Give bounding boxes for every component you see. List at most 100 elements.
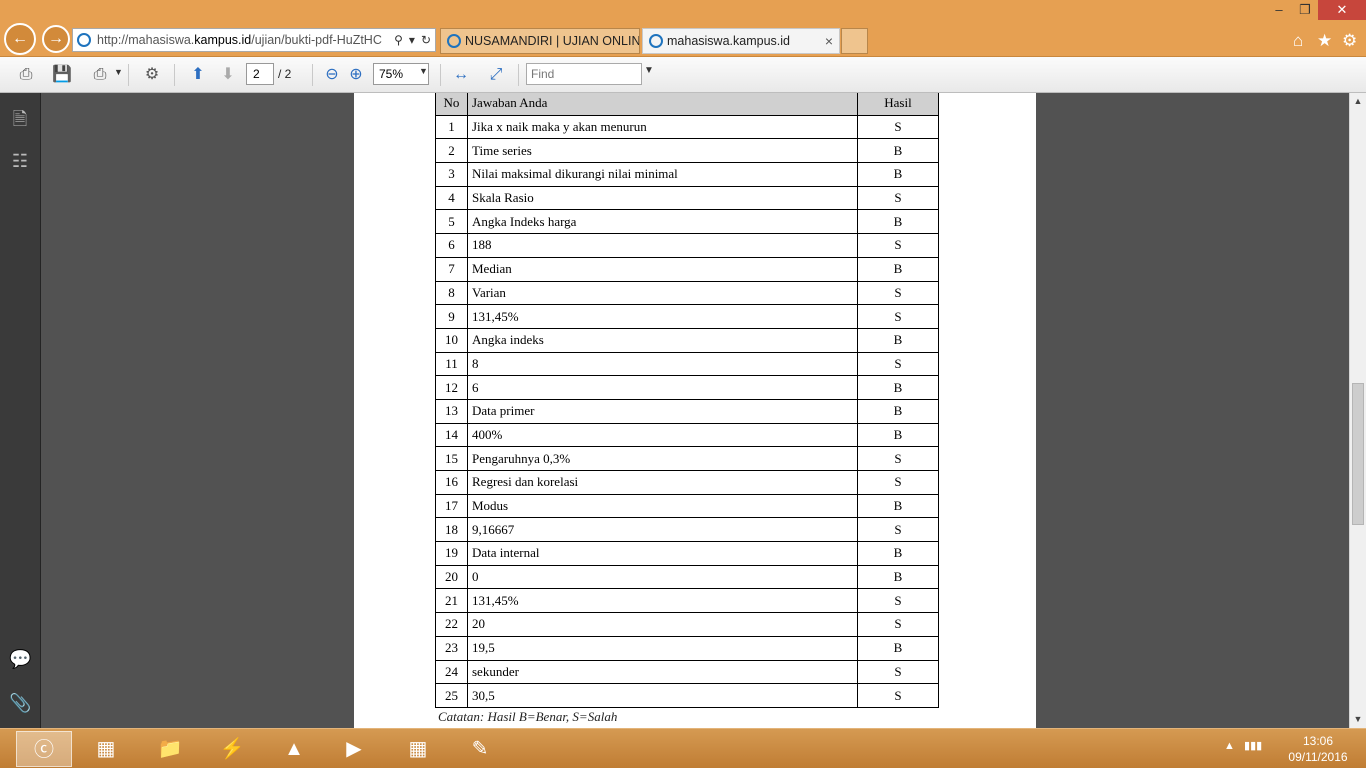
toolbar-divider — [440, 64, 441, 86]
ie-page-icon — [649, 34, 663, 48]
table-row: 22 20 S — [435, 612, 939, 637]
fit-page-icon[interactable]: ⤢ — [484, 63, 508, 87]
tab-label: NUSAMANDIRI | UJIAN ONLINE — [465, 34, 640, 48]
restore-button[interactable]: ❐ — [1294, 0, 1316, 20]
winamp-icon[interactable]: ⚡ — [204, 731, 260, 767]
notepad-icon[interactable]: ✎ — [452, 731, 508, 767]
row-number: 11 — [435, 351, 468, 377]
row-number: 21 — [435, 588, 468, 614]
scroll-thumb[interactable] — [1352, 383, 1364, 525]
table-row: 4 Skala Rasio S — [435, 185, 939, 211]
ie-page-icon — [447, 34, 461, 48]
table-row: 25 30,5 S — [435, 683, 939, 708]
search-icon[interactable]: ⚲ — [394, 33, 403, 47]
page-thumbnails-icon[interactable]: 🗎 — [9, 107, 31, 129]
row-number: 12 — [435, 375, 468, 400]
table-row: 11 8 S — [435, 351, 939, 377]
chevron-down-icon[interactable]: ▼ — [644, 65, 654, 76]
tab-label: mahasiswa.kampus.id — [667, 34, 790, 48]
row-number: 5 — [435, 209, 468, 235]
table-row: 13 Data primer B — [435, 398, 939, 424]
tab-mahasiswa[interactable]: mahasiswa.kampus.id × — [642, 28, 840, 54]
table-row: 23 19,5 B — [435, 635, 939, 661]
row-number: 6 — [435, 233, 468, 258]
next-page-icon[interactable]: ⬇ — [216, 63, 240, 87]
row-number: 16 — [435, 470, 468, 495]
row-number: 10 — [435, 327, 468, 353]
zoom-in-icon[interactable]: ⊕ — [344, 63, 368, 87]
row-result: B — [857, 422, 939, 448]
refresh-icon[interactable]: ↻ — [421, 33, 431, 47]
taskbar: ⓒ ▦ 📁 ⚡ ▲ ▶ ▦ ✎ ▲ ▮▮▮ 13:06 09/11/2016 — [0, 728, 1366, 768]
row-number: 18 — [435, 517, 468, 543]
comments-icon[interactable]: 💬 — [9, 649, 31, 671]
print-settings-icon[interactable]: ⎙ — [88, 63, 112, 87]
row-result: B — [857, 138, 939, 164]
file-explorer-icon[interactable]: 📁 — [142, 731, 198, 767]
row-number: 4 — [435, 185, 468, 211]
internet-explorer-icon[interactable]: ⓒ — [16, 731, 72, 767]
calculator-icon[interactable]: ▦ — [390, 731, 446, 767]
close-window-button[interactable]: ✕ — [1318, 0, 1366, 20]
pdf-document-area[interactable]: No Jawaban Anda Hasil 1 Jika x naik maka … — [41, 93, 1349, 728]
header-result: Hasil — [857, 93, 939, 116]
row-result: B — [857, 327, 939, 353]
row-number: 3 — [435, 162, 468, 187]
row-answer: Angka Indeks harga — [467, 209, 858, 235]
attachment-icon[interactable]: 📎 — [9, 693, 31, 715]
new-tab-button[interactable] — [841, 28, 868, 54]
pdf-side-panel: 🗎 ☷ 💬 📎 — [0, 93, 41, 728]
row-answer: 188 — [467, 233, 858, 258]
tab-nusamandiri[interactable]: NUSAMANDIRI | UJIAN ONLINE — [440, 28, 640, 54]
chevron-down-icon[interactable]: ▼ — [419, 66, 428, 76]
scroll-down-icon[interactable]: ▼ — [1350, 711, 1366, 728]
back-button[interactable]: ← — [4, 23, 36, 55]
row-number: 13 — [435, 398, 468, 424]
row-answer: Pengaruhnya 0,3% — [467, 446, 858, 471]
gear-icon[interactable]: ⚙ — [1342, 31, 1357, 51]
forward-button[interactable]: → — [42, 25, 70, 53]
header-answer: Jawaban Anda — [467, 93, 858, 116]
row-result: S — [857, 446, 939, 471]
save-icon[interactable]: 💾 — [50, 63, 74, 87]
dropdown-icon[interactable]: ▾ — [409, 33, 415, 47]
chevron-down-icon[interactable]: ▼ — [114, 67, 123, 77]
zoom-out-icon[interactable]: ⊖ — [320, 63, 344, 87]
print-icon[interactable]: ⎙ — [14, 63, 38, 87]
row-number: 14 — [435, 422, 468, 448]
row-answer: 30,5 — [467, 683, 858, 708]
system-tray[interactable]: ▲ ▮▮▮ — [1224, 739, 1262, 752]
vertical-scrollbar[interactable]: ▲ ▼ — [1349, 93, 1366, 728]
minimize-button[interactable]: – — [1268, 0, 1290, 20]
table-row: 15 Pengaruhnya 0,3% S — [435, 446, 939, 471]
row-answer: Regresi dan korelasi — [467, 470, 858, 495]
row-result: B — [857, 209, 939, 235]
row-result: S — [857, 683, 939, 708]
row-answer: sekunder — [467, 659, 858, 685]
home-icon[interactable]: ⌂ — [1293, 31, 1303, 51]
scroll-up-icon[interactable]: ▲ — [1350, 93, 1366, 110]
row-answer: Data primer — [467, 398, 858, 424]
firewall-icon[interactable]: ▦ — [78, 731, 134, 767]
bookmarks-icon[interactable]: ☷ — [9, 151, 31, 173]
previous-page-icon[interactable]: ⬆ — [186, 63, 210, 87]
table-row: 2 Time series B — [435, 138, 939, 164]
table-row: 9 131,45% S — [435, 304, 939, 329]
page-number-input[interactable]: 2 — [246, 63, 274, 85]
favorites-star-icon[interactable]: ★ — [1317, 31, 1332, 51]
pdf-toolbar: ⎙ 💾 ⎙ ▼ ⚙ ⬆ ⬇ 2 / 2 ⊖ ⊕ 75% ▼ ↔ ⤢ Find ▼ — [0, 57, 1366, 93]
row-answer: 0 — [467, 564, 858, 590]
address-bar[interactable]: http://mahasiswa. kampus.id/ujian/bukti-p… — [72, 28, 436, 52]
system-clock[interactable]: 13:06 09/11/2016 — [1278, 733, 1358, 765]
row-result: B — [857, 493, 939, 519]
row-answer: 6 — [467, 375, 858, 400]
find-input[interactable]: Find — [526, 63, 642, 85]
fit-width-icon[interactable]: ↔ — [449, 63, 473, 87]
media-player-icon[interactable]: ▶ — [326, 731, 382, 767]
close-tab-icon[interactable]: × — [825, 33, 833, 49]
vlc-icon[interactable]: ▲ — [266, 731, 322, 767]
row-answer: Nilai maksimal dikurangi nilai minimal — [467, 162, 858, 187]
page-total: / 2 — [278, 67, 292, 81]
share-icon[interactable]: ⚙ — [140, 63, 164, 87]
header-no: No — [435, 93, 468, 116]
